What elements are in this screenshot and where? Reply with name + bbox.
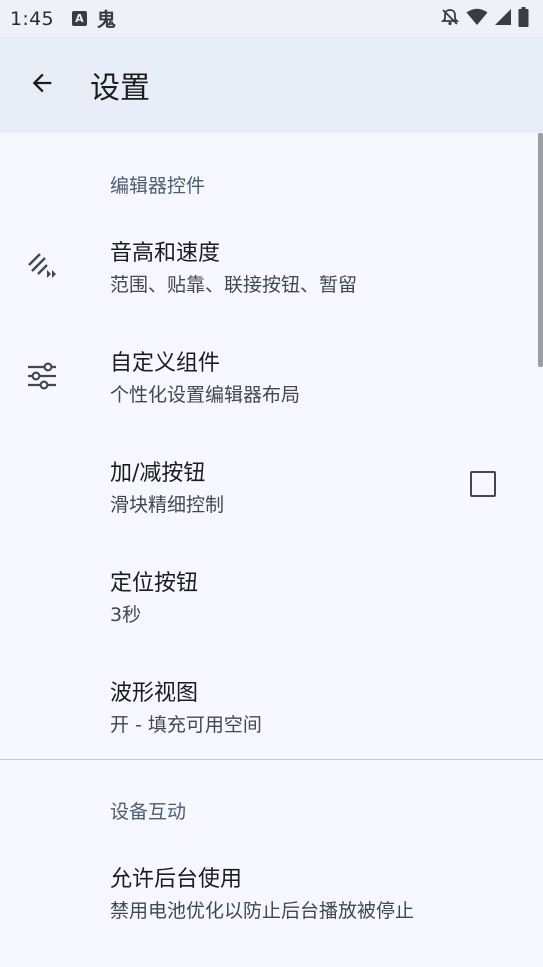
back-button[interactable] <box>14 57 70 113</box>
pref-title: 允许后台使用 <box>110 867 243 892</box>
pref-plus-minus-buttons[interactable]: 加/减按钮 滑块精细控制 <box>0 433 543 543</box>
pref-allow-background[interactable]: 允许后台使用 禁用电池优化以防止后台播放被停止 <box>0 841 543 951</box>
tune-pitch-icon <box>24 246 60 282</box>
section-header-device-interaction: 设备互动 <box>110 801 187 823</box>
pref-summary: 开 - 填充可用空间 <box>110 714 262 736</box>
app-bar: 设置 <box>0 37 543 133</box>
pref-title: 波形视图 <box>110 681 199 706</box>
page-title: 设置 <box>90 71 150 106</box>
arrow-back-icon <box>28 69 56 101</box>
status-bar: 1:45 A 鬼 <box>0 0 543 37</box>
pref-summary: 滑块精细控制 <box>110 494 225 516</box>
pref-pitch-speed[interactable]: 音高和速度 范围、贴靠、联接按钮、暂留 <box>0 213 543 323</box>
wifi-icon <box>466 8 488 30</box>
notification-a-icon: A <box>71 11 87 26</box>
pref-summary: 范围、贴靠、联接按钮、暂留 <box>110 274 358 296</box>
pref-title: 音高和速度 <box>110 241 221 266</box>
notification-app-icon: 鬼 <box>96 9 116 31</box>
settings-list[interactable]: 编辑器控件 音高和速度 范围、贴靠、联接按钮、暂留 自定义组件 个性化设置编辑器… <box>0 133 543 967</box>
pref-summary: 3秒 <box>110 604 142 626</box>
cellular-signal-icon <box>494 8 512 30</box>
pref-locate-button[interactable]: 定位按钮 3秒 <box>0 543 543 653</box>
plus-minus-checkbox[interactable] <box>470 471 496 497</box>
pref-waveform-view[interactable]: 波形视图 开 - 填充可用空间 <box>0 653 543 763</box>
pref-title: 加/减按钮 <box>110 461 206 486</box>
section-divider <box>0 759 543 760</box>
pref-summary: 禁用电池优化以防止后台播放被停止 <box>110 900 415 922</box>
do-not-disturb-icon <box>440 7 460 31</box>
pref-summary: 个性化设置编辑器布局 <box>110 384 301 406</box>
section-header-editor-controls: 编辑器控件 <box>110 175 206 197</box>
battery-icon <box>518 6 529 31</box>
pref-custom-components[interactable]: 自定义组件 个性化设置编辑器布局 <box>0 323 543 433</box>
pref-title: 定位按钮 <box>110 571 199 596</box>
pref-title: 自定义组件 <box>110 351 221 376</box>
status-time: 1:45 <box>10 7 54 30</box>
sliders-icon <box>24 358 60 394</box>
